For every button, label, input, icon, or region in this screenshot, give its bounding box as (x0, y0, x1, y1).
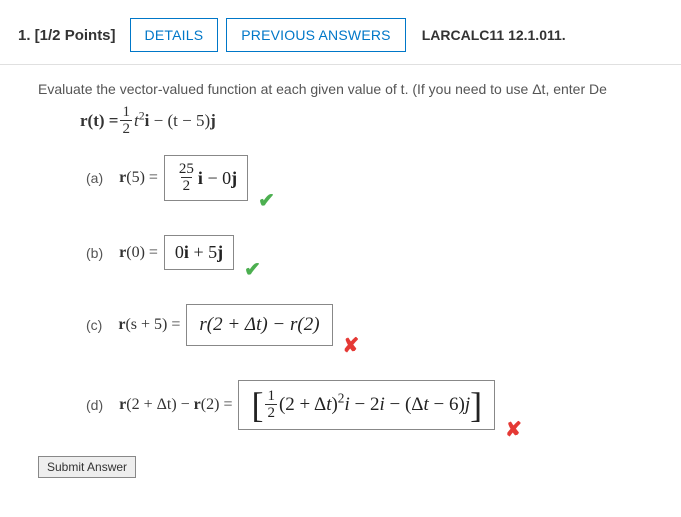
part-c-label: (c) (86, 317, 102, 333)
part-b-label: (b) (86, 245, 103, 261)
prompt-text: Evaluate the vector-valued function at e… (38, 81, 681, 97)
submit-answer-button[interactable]: Submit Answer (38, 456, 136, 478)
question-points-label: 1. [1/2 Points] (18, 27, 116, 44)
function-definition: r(t) = 1 2 t2i − (t − 5)j (80, 105, 681, 137)
check-icon: ✔ (258, 188, 275, 213)
part-a-lhs: r(5) = (119, 169, 158, 187)
part-a-label: (a) (86, 170, 103, 186)
cross-icon: ✘ (505, 417, 522, 442)
previous-answers-button[interactable]: PREVIOUS ANSWERS (226, 18, 405, 52)
part-c-answer[interactable]: r(2 + Δt) − r(2) (186, 304, 332, 346)
fraction-one-half: 1 2 (265, 389, 277, 421)
part-d-answer[interactable]: [ 1 2 (2 + Δt)2i − 2i − (Δt − 6)j ] (238, 380, 495, 430)
question-body: Evaluate the vector-valued function at e… (0, 65, 681, 430)
part-c-lhs: r(s + 5) = (118, 316, 180, 334)
part-d: (d) r(2 + Δt) − r(2) = [ 1 2 (2 + Δt)2i … (86, 380, 681, 430)
question-header: 1. [1/2 Points] DETAILS PREVIOUS ANSWERS… (0, 0, 681, 65)
part-a-answer[interactable]: 25 2 i − 0j (164, 155, 248, 201)
part-d-label: (d) (86, 397, 103, 413)
part-b: (b) r(0) = 0i + 5j ✔ (86, 235, 681, 270)
details-button[interactable]: DETAILS (130, 18, 219, 52)
fraction-25-2: 25 2 (177, 162, 196, 194)
part-c: (c) r(s + 5) = r(2 + Δt) − r(2) ✘ (86, 304, 681, 346)
part-d-lhs: r(2 + Δt) − r(2) = (119, 396, 232, 414)
fraction-one-half: 1 2 (120, 105, 132, 137)
part-a: (a) r(5) = 25 2 i − 0j ✔ (86, 155, 681, 201)
part-b-lhs: r(0) = (119, 244, 158, 262)
cross-icon: ✘ (343, 333, 360, 358)
check-icon: ✔ (244, 257, 261, 282)
part-b-answer[interactable]: 0i + 5j (164, 235, 234, 270)
source-label: LARCALC11 12.1.011. (422, 27, 566, 43)
